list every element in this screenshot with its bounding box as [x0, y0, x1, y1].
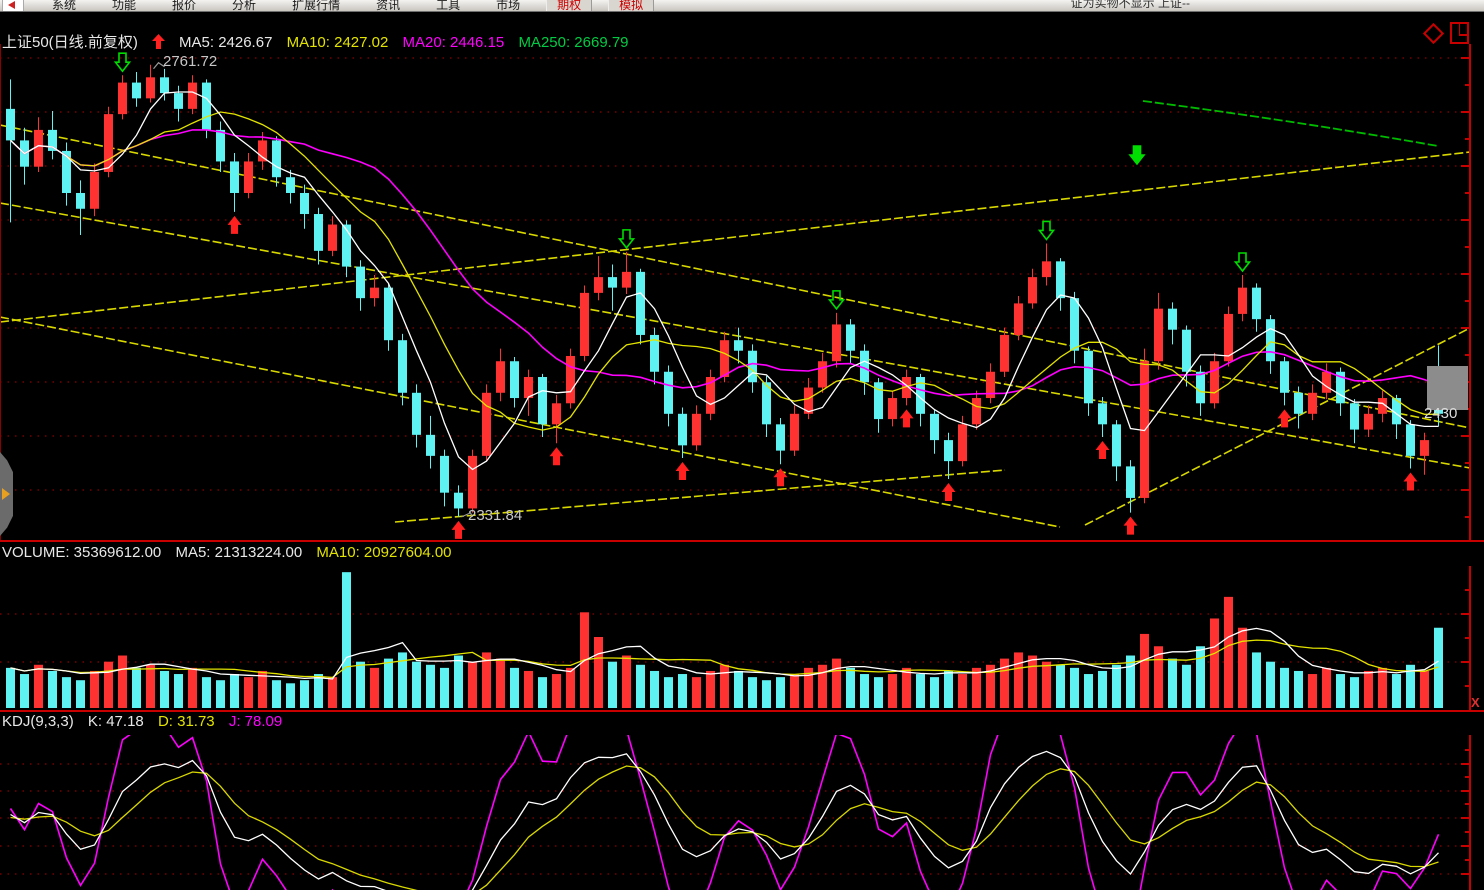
buy-arrow-icon: [774, 468, 788, 486]
kdj-k-label: K: 47.18: [88, 713, 144, 730]
sell-arrow-icon: [830, 291, 844, 309]
menu-item-system[interactable]: 系统: [52, 0, 76, 12]
high-price-label: 2761.72: [163, 53, 217, 70]
kdj-d-line: [11, 766, 1439, 890]
up-arrow-icon: [152, 34, 165, 53]
last-price-label: 2430: [1424, 405, 1457, 422]
menu-item-extended[interactable]: 扩展行情: [292, 0, 340, 12]
gridlines: [0, 58, 1470, 874]
buy-arrow-icon: [942, 483, 956, 501]
main-chart-header: 上证50(日线.前复权) MA5: 2426.67 MA10: 2427.02 …: [2, 31, 639, 53]
volume-ma5-label: MA5: 21313224.00: [175, 544, 302, 561]
low-price-label: 2331.84: [468, 507, 522, 524]
sell-arrow-icon: [1130, 146, 1144, 164]
menu-item-function[interactable]: 功能: [112, 0, 136, 12]
sell-arrow-icon: [1040, 221, 1054, 239]
menu-bar: 系统 功能 报价 分析 扩展行情 资讯 工具 市场 期权 模拟 证为实物不显示 …: [0, 0, 1484, 12]
buy-arrow-icon: [228, 216, 242, 234]
buy-arrow-icon: [1096, 441, 1110, 459]
kdj-title: KDJ(9,3,3): [2, 713, 74, 730]
ma20-label: MA20: 2446.15: [403, 34, 505, 51]
kdj-j-label: J: 78.09: [229, 713, 282, 730]
buy-arrow-icon: [550, 447, 564, 465]
buy-arrow-icon: [1124, 517, 1138, 535]
sell-arrow-icon: [1236, 253, 1250, 271]
buy-arrow-icon: [676, 462, 690, 480]
volume-label: VOLUME: 35369612.00: [2, 544, 161, 561]
trading-app-window: 系统 功能 报价 分析 扩展行情 资讯 工具 市场 期权 模拟 证为实物不显示 …: [0, 0, 1484, 890]
chart-canvas[interactable]: [0, 0, 1484, 890]
selection-handle[interactable]: [1427, 366, 1468, 410]
signal-markers: [116, 53, 1418, 539]
axes: [0, 44, 1484, 890]
chart-title: 上证50(日线.前复权): [2, 34, 138, 51]
volume-layer: [6, 572, 1443, 708]
buy-arrow-icon: [452, 521, 466, 539]
volume-ma10-label: MA10: 20927604.00: [316, 544, 451, 561]
menu-item-quotes[interactable]: 报价: [172, 0, 196, 12]
menu-item-simulation[interactable]: 模拟: [608, 0, 654, 12]
menu-item-analysis[interactable]: 分析: [232, 0, 256, 12]
ma10-label: MA10: 2427.02: [287, 34, 389, 51]
kdj-header: KDJ(9,3,3) K: 47.18 D: 31.73 J: 78.09: [2, 713, 292, 730]
ma250-line: [1143, 101, 1438, 146]
window-restore-icon[interactable]: [1450, 22, 1469, 44]
menu-item-options[interactable]: 期权: [546, 0, 592, 12]
ma5-label: MA5: 2426.67: [179, 34, 272, 51]
kdj-d-label: D: 31.73: [158, 713, 215, 730]
kdj-k-line: [11, 751, 1439, 890]
buy-arrow-icon: [1404, 472, 1418, 490]
sell-arrow-icon: [620, 230, 634, 248]
menu-status-text: 证为实物不显示 上证--: [1071, 0, 1190, 11]
volume-header: VOLUME: 35369612.00 MA5: 21313224.00 MA1…: [2, 544, 462, 561]
ma250-label: MA250: 2669.79: [518, 34, 628, 51]
volume-close-button[interactable]: X: [1471, 695, 1480, 710]
menu-item-tools[interactable]: 工具: [436, 0, 460, 12]
app-logo-icon[interactable]: [2, 0, 24, 12]
sell-arrow-icon: [116, 53, 130, 71]
menu-item-market[interactable]: 市场: [496, 0, 520, 12]
menu-item-news[interactable]: 资讯: [376, 0, 400, 12]
buy-arrow-icon: [900, 409, 914, 427]
